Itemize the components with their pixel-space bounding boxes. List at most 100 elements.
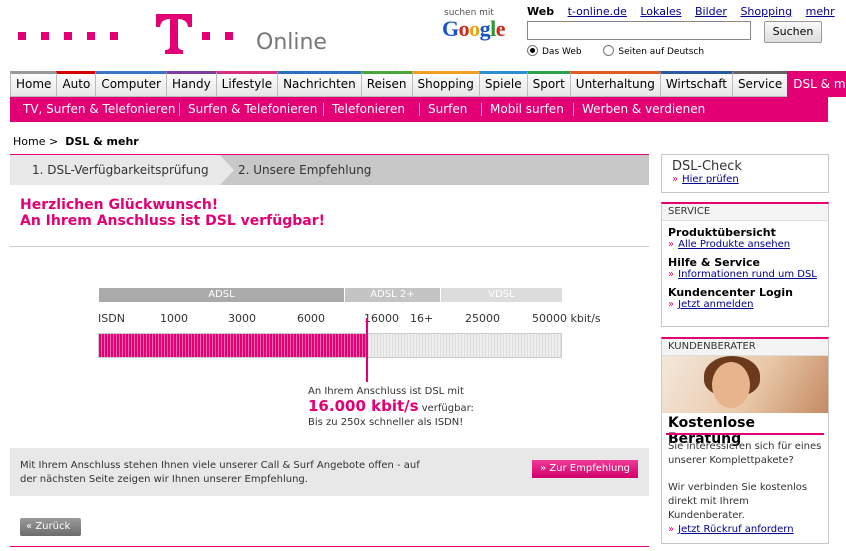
result-suffix: verfügbar:: [418, 403, 474, 414]
nav-item-lifestyle[interactable]: Lifestyle: [215, 71, 278, 97]
dsl-check-box: DSL-Check » Hier prüfen: [661, 154, 829, 193]
breadcrumb-home[interactable]: Home: [13, 135, 45, 148]
berater-box: KUNDENBERATER Kostenlose Beratung Sie in…: [661, 337, 829, 544]
search-button[interactable]: Suchen: [764, 21, 822, 43]
speed-marker: [366, 318, 368, 382]
nav-item-unterhaltung[interactable]: Unterhaltung: [569, 71, 660, 97]
search-scope: Das Web Seiten auf Deutsch: [527, 45, 704, 57]
service-title: Produktübersicht: [668, 226, 776, 239]
sub-nav-separator: [481, 103, 482, 116]
chevron-right-icon: »: [540, 463, 547, 474]
tick-label: ISDN: [98, 312, 125, 325]
arrow-right-icon: »: [668, 239, 675, 250]
nav-item-dsl-mehr[interactable]: DSL & mehr: [787, 71, 846, 97]
nav-item-service[interactable]: Service: [731, 71, 788, 97]
tick-label: 3000: [228, 312, 256, 325]
sub-nav-item[interactable]: TV, Surfen & Telefonieren: [23, 97, 175, 122]
google-letter: e: [495, 16, 506, 41]
radio-de-icon[interactable]: [603, 45, 615, 56]
search-tab-shopping[interactable]: Shopping: [740, 5, 792, 18]
google-logo: Google: [442, 16, 506, 42]
berater-head: KUNDENBERATER: [662, 339, 828, 356]
nav-item-sport[interactable]: Sport: [526, 71, 570, 97]
zur-empfehlung-button[interactable]: » Zur Empfehlung: [532, 460, 638, 478]
sub-nav-separator: [419, 103, 420, 116]
step-2-label: 2. Unsere Empfehlung: [238, 163, 372, 177]
band-vdsl: VDSL: [441, 288, 562, 302]
nav-item-spiele[interactable]: Spiele: [478, 71, 527, 97]
sub-nav-item[interactable]: Surfen & Telefonieren: [188, 97, 317, 122]
search-tab-t-online[interactable]: t-online.de: [568, 5, 627, 18]
search-tab-bilder[interactable]: Bilder: [695, 5, 727, 18]
service-link[interactable]: Jetzt anmelden: [678, 299, 753, 310]
arrow-right-icon: »: [668, 269, 675, 280]
logo-dot: [110, 32, 118, 40]
step-1-label: 1. DSL-Verfügbarkeitsprüfung: [32, 163, 209, 177]
sub-nav-item[interactable]: Surfen: [428, 97, 467, 122]
logo-dot: [202, 32, 210, 40]
radio-de-label[interactable]: Seiten auf Deutsch: [618, 47, 704, 57]
logo-dot: [41, 32, 49, 40]
search-tab-lokales[interactable]: Lokales: [640, 5, 681, 18]
sub-nav-item[interactable]: Mobil surfen: [490, 97, 564, 122]
divider: [10, 546, 649, 547]
service-title: Kundencenter Login: [668, 286, 793, 299]
telekom-logo[interactable]: [18, 14, 248, 54]
tick-label: 6000: [297, 312, 325, 325]
band-adsl2: ADSL 2+: [345, 288, 440, 302]
tick-label: 16000: [364, 312, 399, 325]
search-tab-mehr[interactable]: mehr: [806, 5, 835, 18]
sub-nav-item[interactable]: Telefonieren: [332, 97, 405, 122]
nav-item-nachrichten[interactable]: Nachrichten: [277, 71, 361, 97]
tick-label: 1000: [160, 312, 188, 325]
radio-web-icon[interactable]: [527, 45, 538, 56]
result-text: An Ihrem Anschluss ist DSL mit 16.000 kb…: [308, 385, 474, 430]
search-tabs: Web t-online.de Lokales Bilder Shopping …: [527, 5, 845, 18]
dsl-check-title: DSL-Check: [672, 159, 742, 174]
dsl-check-link[interactable]: Hier prüfen: [682, 174, 739, 185]
logo-dot: [18, 32, 26, 40]
tick-label: 25000: [465, 312, 500, 325]
step-arrow: [220, 155, 234, 185]
nav-item-home[interactable]: Home: [10, 71, 57, 97]
berater-link[interactable]: Jetzt Rückruf anfordern: [678, 524, 793, 535]
info-box: Mit Ihrem Anschluss stehen Ihnen viele u…: [10, 448, 649, 496]
service-link[interactable]: Alle Produkte ansehen: [678, 239, 790, 250]
arrow-right-icon: »: [668, 524, 675, 535]
speed-bar-fill: [99, 334, 367, 357]
logo-dot: [225, 32, 233, 40]
speed-bar: [98, 333, 562, 358]
nav-item-wirtschaft[interactable]: Wirtschaft: [659, 71, 732, 97]
sub-nav-item[interactable]: Werben & verdienen: [582, 97, 705, 122]
zurueck-button[interactable]: « Zurück: [20, 518, 81, 536]
berater-text-2: Wir verbinden Sie kostenlos direkt mit I…: [668, 482, 808, 521]
sub-nav: TV, Surfen & Telefonieren Surfen & Telefo…: [10, 97, 828, 122]
nav-item-reisen[interactable]: Reisen: [360, 71, 412, 97]
t-logo-icon: [156, 14, 192, 54]
congrats-line-1: Herzlichen Glückwunsch!: [20, 197, 219, 213]
tick-label: 16+: [410, 312, 434, 325]
breadcrumb-sep: >: [48, 135, 59, 148]
search-input[interactable]: [527, 21, 751, 40]
service-link[interactable]: Informationen rund um DSL: [678, 269, 817, 280]
nav-item-shopping[interactable]: Shopping: [411, 71, 479, 97]
sub-nav-separator: [323, 103, 324, 116]
nav-item-handy[interactable]: Handy: [165, 71, 216, 97]
step-bar: 1. DSL-Verfügbarkeitsprüfung 2. Unsere E…: [10, 155, 649, 185]
nav-item-auto[interactable]: Auto: [56, 71, 96, 97]
search-tab-web[interactable]: Web: [527, 5, 554, 18]
arrow-right-icon: »: [672, 174, 679, 185]
logo-dot: [87, 32, 95, 40]
google-letter: g: [479, 16, 491, 41]
nav-item-computer[interactable]: Computer: [95, 71, 166, 97]
congrats-heading: Herzlichen Glückwunsch! An Ihrem Anschlu…: [20, 197, 325, 229]
online-label: Online: [256, 30, 327, 55]
main-nav: Home Auto Computer Handy Lifestyle Nachrichte…: [10, 71, 846, 97]
google-letter: G: [442, 16, 459, 41]
info-text: Mit Ihrem Anschluss stehen Ihnen viele u…: [20, 460, 420, 485]
berater-text-1: Sie interessieren sich für eines unserer…: [668, 441, 822, 466]
service-head: SERVICE: [662, 204, 828, 221]
arrow-right-icon: »: [668, 299, 675, 310]
result-speed: 16.000 kbit/s: [308, 397, 419, 415]
radio-web-label[interactable]: Das Web: [542, 47, 582, 57]
